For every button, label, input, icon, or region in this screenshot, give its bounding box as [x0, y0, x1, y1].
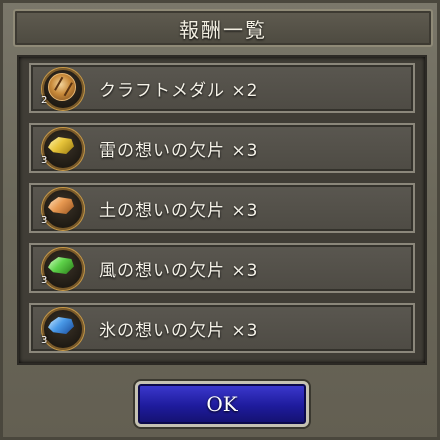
reward-item: 3 氷の想いの欠片 ×3	[29, 303, 415, 353]
item-icon-quantity: 3	[41, 155, 48, 166]
dialog-title: 報酬一覧	[179, 17, 267, 42]
reward-item-label: 氷の想いの欠片 ×3	[99, 320, 259, 341]
reward-item-label: クラフトメダル ×2	[99, 80, 259, 101]
wind-shard-icon: 3	[39, 245, 85, 291]
ice-shard-icon: 3	[39, 305, 85, 351]
reward-item: 3 雷の想いの欠片 ×3	[29, 123, 415, 173]
reward-item-label: 土の想いの欠片 ×3	[99, 200, 259, 221]
item-icon-quantity: 3	[41, 275, 48, 286]
earth-shard-icon: 3	[39, 185, 85, 231]
item-icon-quantity: 2	[41, 95, 48, 106]
ok-button[interactable]: OK	[135, 381, 309, 427]
item-icon-quantity: 3	[41, 335, 48, 346]
reward-item-label: 風の想いの欠片 ×3	[99, 260, 259, 281]
reward-dialog: 報酬一覧 2 クラフトメダル ×2 3 雷の想いの欠片 ×3 3 土の想いの欠片…	[0, 0, 440, 440]
reward-item: 2 クラフトメダル ×2	[29, 63, 415, 113]
ok-button-label: OK	[206, 392, 238, 416]
reward-item: 3 風の想いの欠片 ×3	[29, 243, 415, 293]
craft-medal-icon: 2	[39, 65, 85, 111]
thunder-shard-icon: 3	[39, 125, 85, 171]
reward-item-label: 雷の想いの欠片 ×3	[99, 140, 259, 161]
reward-item: 3 土の想いの欠片 ×3	[29, 183, 415, 233]
dialog-header: 報酬一覧	[13, 9, 433, 47]
item-icon-quantity: 3	[41, 215, 48, 226]
reward-list: 2 クラフトメダル ×2 3 雷の想いの欠片 ×3 3 土の想いの欠片 ×3 3…	[17, 55, 427, 365]
